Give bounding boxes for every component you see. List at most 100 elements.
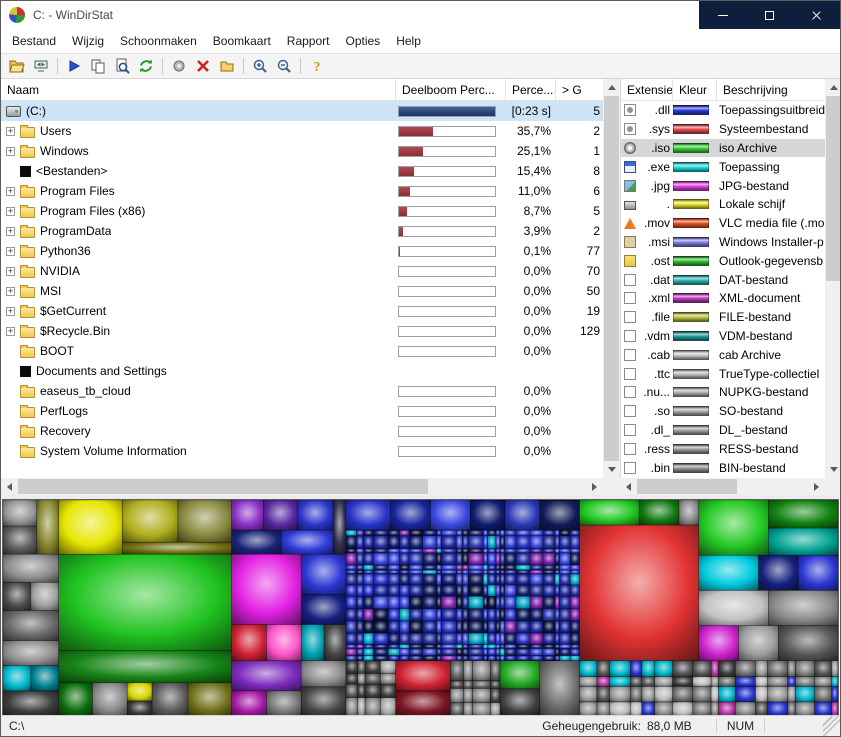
expand-toggle[interactable]: + (6, 226, 15, 236)
tree-row-nvidia[interactable]: + NVIDIA 0,0% 70 (1, 261, 603, 281)
column-header-percentage[interactable]: Perce... (506, 79, 556, 101)
tree-row-python36[interactable]: + Python36 0,1% 77 (1, 241, 603, 261)
expand-toggle[interactable]: + (6, 206, 15, 216)
percentage-bar-track (398, 105, 496, 117)
tree-row-recovery[interactable]: Recovery 0,0% (1, 421, 603, 441)
menu-item-wijzig[interactable]: Wijzig (64, 30, 112, 52)
scroll-up-button[interactable] (603, 79, 620, 96)
copy-button[interactable] (86, 55, 110, 77)
zoom-out-button[interactable] (272, 55, 296, 77)
minimize-button[interactable] (699, 1, 746, 29)
tree-row-c[interactable]: (C:) [0:23 s] 5 (1, 101, 603, 121)
resume-button[interactable] (62, 55, 86, 77)
tree-row-perflogs[interactable]: PerfLogs 0,0% (1, 401, 603, 421)
extension-row-item[interactable]: . Lokale schijf (621, 195, 825, 214)
expand-toggle[interactable]: + (6, 266, 15, 276)
percentage-bar-fill (399, 146, 424, 156)
tree-row-easeus-tb-cloud[interactable]: easeus_tb_cloud 0,0% (1, 381, 603, 401)
menu-item-help[interactable]: Help (388, 30, 429, 52)
menu-item-schoonmaken[interactable]: Schoonmaken (112, 30, 205, 52)
help-button[interactable]: ? (305, 55, 329, 77)
scroll-left-button[interactable] (1, 478, 18, 495)
extension-row-dl[interactable]: .dl_ DL_-bestand (621, 421, 825, 440)
refresh-selected-button[interactable] (134, 55, 158, 77)
column-header-naam[interactable]: Naam (1, 79, 396, 101)
delete-button[interactable] (191, 55, 215, 77)
menu-item-bestand[interactable]: Bestand (4, 30, 64, 52)
tree-vertical-scrollbar[interactable] (603, 79, 620, 478)
extension-row-iso[interactable]: .iso iso Archive (621, 138, 825, 158)
tree-row-recycle-bin[interactable]: + $Recycle.Bin 0,0% 129 (1, 321, 603, 341)
extension-row-nu[interactable]: .nu... NUPKG-bestand (621, 383, 825, 402)
report-button[interactable] (110, 55, 134, 77)
resize-grip[interactable] (823, 716, 840, 736)
extension-vertical-scrollbar[interactable] (825, 79, 840, 478)
extension-row-ttc[interactable]: .ttc TrueType-collectiel (621, 364, 825, 383)
treemap[interactable] (2, 499, 839, 717)
cleanup-button[interactable] (167, 55, 191, 77)
scroll-down-button[interactable] (603, 461, 620, 478)
percentage-bar-track (398, 125, 496, 137)
extension-row-mov[interactable]: .mov VLC media file (.mo (621, 214, 825, 233)
extension-row-so[interactable]: .so SO-bestand (621, 402, 825, 421)
extension-row-file[interactable]: .file FILE-bestand (621, 308, 825, 327)
scrollbar-thumb[interactable] (637, 479, 737, 494)
expand-toggle[interactable]: + (6, 286, 15, 296)
tree-horizontal-scrollbar[interactable] (1, 478, 603, 495)
tree-row-boot[interactable]: BOOT 0,0% (1, 341, 603, 361)
expand-toggle[interactable]: + (6, 326, 15, 336)
scrollbar-thumb[interactable] (604, 96, 619, 461)
extension-row-dat[interactable]: .dat DAT-bestand (621, 270, 825, 289)
extension-row-ress[interactable]: .ress RESS-bestand (621, 439, 825, 458)
scrollbar-thumb[interactable] (18, 479, 428, 494)
extension-horizontal-scrollbar[interactable] (620, 478, 825, 495)
tree-row-windows[interactable]: + Windows 25,1% 1 (1, 141, 603, 161)
column-header-beschrijving[interactable]: Beschrijving (717, 79, 825, 101)
tree-row-bestanden[interactable]: <Bestanden> 15,4% 8 (1, 161, 603, 181)
explorer-button[interactable] (215, 55, 239, 77)
tree-row-documents-and-settings[interactable]: Documents and Settings (1, 361, 603, 381)
scroll-up-button[interactable] (825, 79, 840, 96)
scroll-down-button[interactable] (825, 461, 840, 478)
menu-item-boomkaart[interactable]: Boomkaart (205, 30, 279, 52)
tree-row-getcurrent[interactable]: + $GetCurrent 0,0% 19 (1, 301, 603, 321)
extension-name: .so (653, 404, 670, 419)
extension-row-bin[interactable]: .bin BIN-bestand (621, 458, 825, 477)
expand-toggle[interactable]: + (6, 246, 15, 256)
tree-row-program-files-x86[interactable]: + Program Files (x86) 8,7% 5 (1, 201, 603, 221)
statusbar: C:\ Geheugengebruik: 88,0 MB NUM (1, 715, 840, 736)
tree-row-msi[interactable]: + MSI 0,0% 50 (1, 281, 603, 301)
extension-row-sys[interactable]: .sys Systeembestand (621, 120, 825, 139)
tree-row-program-files[interactable]: + Program Files 11,0% 6 (1, 181, 603, 201)
expand-toggle[interactable]: + (6, 306, 15, 316)
extension-row-jpg[interactable]: .jpg JPG-bestand (621, 176, 825, 195)
extension-row-xml[interactable]: .xml XML-document (621, 289, 825, 308)
refresh-all-button[interactable] (29, 55, 53, 77)
extension-row-dll[interactable]: .dll Toepassingsuitbreid (621, 101, 825, 120)
column-header-deelboom[interactable]: Deelboom Perc... (396, 79, 506, 101)
close-button[interactable] (793, 1, 840, 29)
tree-row-programdata[interactable]: + ProgramData 3,9% 2 (1, 221, 603, 241)
column-header-kleur[interactable]: Kleur (673, 79, 717, 101)
scroll-right-button[interactable] (586, 478, 603, 495)
column-header-grootte[interactable]: > G (556, 79, 603, 101)
zoom-in-button[interactable] (248, 55, 272, 77)
expand-toggle[interactable]: + (6, 186, 15, 196)
maximize-button[interactable] (746, 1, 793, 29)
menu-item-opties[interactable]: Opties (338, 30, 389, 52)
extension-row-vdm[interactable]: .vdm VDM-bestand (621, 327, 825, 346)
scroll-right-button[interactable] (808, 478, 825, 495)
scrollbar-thumb[interactable] (826, 96, 840, 281)
expand-toggle[interactable]: + (6, 146, 15, 156)
extension-row-ost[interactable]: .ost Outlook-gegevensb (621, 251, 825, 270)
scroll-left-button[interactable] (620, 478, 637, 495)
extension-row-exe[interactable]: .exe Toepassing (621, 157, 825, 176)
expand-toggle[interactable]: + (6, 126, 15, 136)
tree-row-users[interactable]: + Users 35,7% 2 (1, 121, 603, 141)
extension-row-msi[interactable]: .msi Windows Installer-p (621, 233, 825, 252)
extension-row-cab[interactable]: .cab cab Archive (621, 345, 825, 364)
open-button[interactable] (5, 55, 29, 77)
column-header-extensie[interactable]: Extensie (621, 79, 673, 101)
menu-item-rapport[interactable]: Rapport (279, 30, 338, 52)
tree-row-system-volume-information[interactable]: System Volume Information 0,0% (1, 441, 603, 461)
